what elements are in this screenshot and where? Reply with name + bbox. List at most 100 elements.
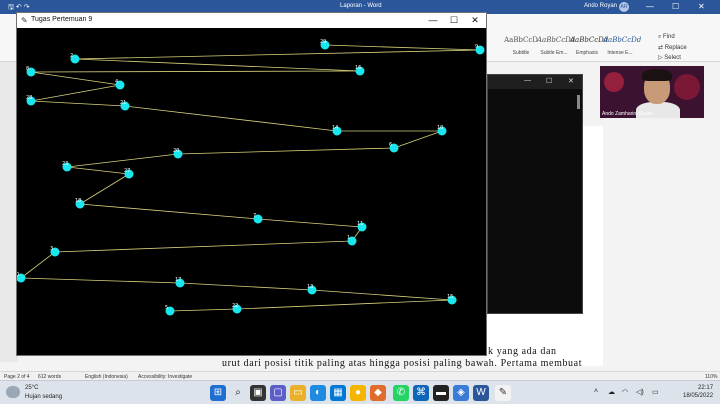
webcam-overlay: Ando Zamharini Royan xyxy=(600,66,704,118)
console-maximize-icon[interactable]: ☐ xyxy=(546,77,552,85)
pygame-title-bar[interactable]: ✎ Tugas Pertemuan 9 — ☐ ✕ xyxy=(17,13,486,28)
connector-line xyxy=(79,203,259,220)
connector-line xyxy=(30,70,361,73)
teams-icon[interactable]: ▢ xyxy=(270,385,286,401)
connector-line xyxy=(54,240,353,253)
close-button[interactable]: ✕ xyxy=(465,14,485,27)
maximize-button[interactable]: ☐ xyxy=(444,14,464,27)
connector-line xyxy=(324,44,481,51)
point-label: 18 xyxy=(75,198,81,204)
whatsapp-icon[interactable]: ✆ xyxy=(393,385,409,401)
word-minimize-icon[interactable]: — xyxy=(646,2,654,11)
replace-button[interactable]: ⇄ Replace xyxy=(658,44,687,51)
word-user-name[interactable]: Ando Royan xyxy=(584,3,617,9)
connector-line xyxy=(236,299,453,310)
system-clock[interactable]: 22:17 18/05/2022 xyxy=(683,384,713,400)
point-label: 0 xyxy=(17,272,19,278)
select-label: Select xyxy=(664,55,681,61)
point-label: 21 xyxy=(120,100,126,106)
tray-chevron-icon[interactable]: ˄ xyxy=(594,388,598,395)
edge-icon[interactable]: ◐ xyxy=(310,385,326,401)
webcam-caption: Ando Zamharini Royan xyxy=(602,111,654,117)
word-close-icon[interactable]: ✕ xyxy=(698,2,705,11)
terminal-icon[interactable]: ▬ xyxy=(433,385,449,401)
connector-line xyxy=(74,49,481,60)
point-label: 5 xyxy=(165,305,168,311)
point-label: 3 xyxy=(50,246,53,252)
connector-line xyxy=(30,71,121,86)
console-scrollbar[interactable] xyxy=(577,95,580,109)
connector-line xyxy=(79,173,130,205)
store-icon[interactable]: ▦ xyxy=(330,385,346,401)
connector-line xyxy=(124,105,338,132)
point-label: 22 xyxy=(232,303,238,309)
connector-line xyxy=(393,130,443,149)
connector-line xyxy=(257,218,363,228)
weather-temp[interactable]: 25°C xyxy=(25,385,38,391)
point-label: 4 xyxy=(115,79,118,85)
console-minimize-icon[interactable]: — xyxy=(524,77,531,84)
point-label: 16 xyxy=(355,65,361,71)
tray-cloud-icon[interactable]: ☁ xyxy=(608,388,615,396)
style-name: Intense E... xyxy=(607,50,633,56)
point-label: 15 xyxy=(447,294,453,300)
style-subtitle[interactable]: AaBbCcD Subtitle xyxy=(504,36,538,66)
point-label: 14 xyxy=(332,125,338,131)
app-icon[interactable]: ◆ xyxy=(370,385,386,401)
style-emphasis[interactable]: AaBbCcDd Emphasis xyxy=(570,36,608,66)
style-intense-emphasis[interactable]: AaBbCcDd Intense E... xyxy=(603,36,642,66)
connector-line xyxy=(179,282,313,291)
python-icon[interactable]: ◈ xyxy=(453,385,469,401)
word-icon[interactable]: W xyxy=(473,385,489,401)
style-preview: AaBbCcD xyxy=(504,36,538,44)
doc-line-1[interactable]: k yang ada dan xyxy=(488,346,557,357)
webcam-person-hair xyxy=(642,69,672,81)
connector-line xyxy=(20,277,181,284)
connector-line xyxy=(177,147,395,155)
tray-battery-icon[interactable]: ▭ xyxy=(652,388,659,396)
points-plot: 29921684282114 10620232718711130171315225 xyxy=(16,39,485,316)
feather-icon: ✎ xyxy=(21,16,28,25)
point-label: 9 xyxy=(475,44,478,50)
pygame-canvas[interactable]: 29 9 2 16 8 4 28 21 14 10 6 20 23 27 18 7 11 1 3 0 17 13 15 22 5 xyxy=(16,28,486,355)
point-label: 10 xyxy=(437,125,443,131)
point-label: 6 xyxy=(389,142,392,148)
user-avatar[interactable]: AR xyxy=(619,2,629,12)
point-label: 1 xyxy=(347,235,350,241)
point-label: 28 xyxy=(26,95,32,101)
tray-volume-icon[interactable]: ◁) xyxy=(636,388,644,396)
taskbar: 25°C Hujan sedang ⊞ ⌕ ▣ ▢ ▭ ◐ ▦ ● ◆ ✆ ⌘ … xyxy=(0,380,720,404)
replace-label: Replace xyxy=(664,45,687,51)
pygame-window[interactable]: ✎ Tugas Pertemuan 9 — ☐ ✕ 29 9 2 16 8 4 28 21 14… xyxy=(16,12,487,356)
connector-line xyxy=(30,100,126,107)
style-subtle-emphasis[interactable]: AaBbCcDd Subtle Em... xyxy=(537,36,576,66)
start-icon[interactable]: ⊞ xyxy=(210,385,226,401)
word-maximize-icon[interactable]: ☐ xyxy=(672,2,679,11)
find-label: Find xyxy=(663,34,675,40)
minimize-button[interactable]: — xyxy=(423,14,443,27)
weather-desc[interactable]: Hujan sedang xyxy=(25,394,62,400)
search-icon[interactable]: ⌕ xyxy=(230,385,246,401)
doc-line-2[interactable]: urut dari posisi titik paling atas hingg… xyxy=(222,358,582,369)
console-title-bar: — ☐ ✕ xyxy=(488,75,582,89)
tray-wifi-icon[interactable]: ◠ xyxy=(622,388,628,396)
chrome-icon[interactable]: ● xyxy=(350,385,366,401)
style-preview: AaBbCcDd xyxy=(603,36,642,44)
clock-time: 22:17 xyxy=(698,385,714,391)
select-button[interactable]: ▷ Select xyxy=(658,54,681,61)
word-status-bar: Page 2 of 4 612 words English (Indonesia… xyxy=(0,371,720,380)
point-label: 27 xyxy=(124,168,130,174)
connector-line xyxy=(74,58,361,72)
point-label: 29 xyxy=(320,39,326,45)
word-document-title: Laporan - Word xyxy=(340,3,382,9)
style-preview: AaBbCcDd xyxy=(537,36,576,44)
weather-cloud-icon[interactable] xyxy=(6,386,20,398)
console-window[interactable]: — ☐ ✕ xyxy=(487,74,583,314)
find-button[interactable]: ⌕ Find xyxy=(658,34,675,41)
task-view-icon[interactable]: ▣ xyxy=(250,385,266,401)
pygame-task-icon[interactable]: ✎ xyxy=(495,385,511,401)
console-close-icon[interactable]: ✕ xyxy=(568,77,574,85)
file-explorer-icon[interactable]: ▭ xyxy=(290,385,306,401)
vscode-icon[interactable]: ⌘ xyxy=(413,385,429,401)
point-label: 23 xyxy=(62,161,68,167)
